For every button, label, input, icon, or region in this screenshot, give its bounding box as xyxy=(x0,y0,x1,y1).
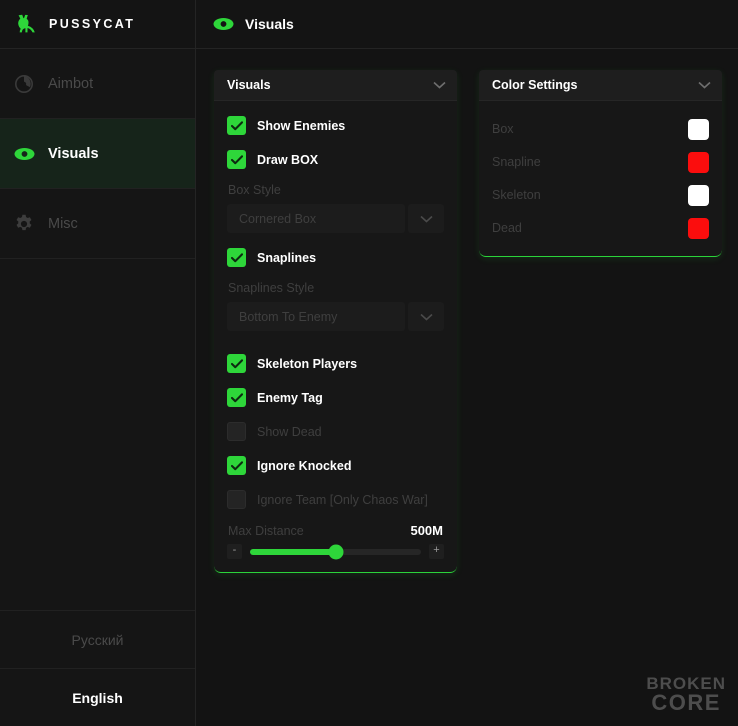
checkbox-label: Show Dead xyxy=(257,424,322,439)
checkbox-snaplines[interactable] xyxy=(227,248,246,267)
color-swatch-dead[interactable] xyxy=(688,217,709,239)
box-style-dropdown[interactable]: Cornered Box xyxy=(227,204,444,233)
box-style-label: Box Style xyxy=(228,183,281,197)
snaplines-style-label: Snaplines Style xyxy=(228,281,315,295)
color-swatch-snapline[interactable] xyxy=(688,151,709,173)
snaplines-style-dropdown[interactable]: Bottom To Enemy xyxy=(227,302,444,331)
chevron-down-icon[interactable] xyxy=(408,302,444,331)
decrement-button[interactable]: - xyxy=(227,544,242,559)
max-distance-slider-row[interactable]: - + xyxy=(227,544,444,559)
sidebar-item-visuals[interactable]: Visuals xyxy=(0,119,195,189)
page-title: Visuals xyxy=(245,16,294,32)
color-label: Snapline xyxy=(492,155,541,169)
color-swatch-box[interactable] xyxy=(688,118,709,140)
language-option-russian[interactable]: Русский xyxy=(0,610,195,668)
checkbox-label: Ignore Knocked xyxy=(257,458,352,473)
color-row-snapline[interactable]: Snapline xyxy=(492,151,709,173)
checkbox-ignore-team[interactable] xyxy=(227,490,246,509)
eye-icon xyxy=(212,13,234,35)
color-label: Box xyxy=(492,122,514,136)
checkbox-label: Show Enemies xyxy=(257,118,346,133)
checkbox-enemy-tag[interactable] xyxy=(227,388,246,407)
row-show-dead[interactable]: Show Dead xyxy=(227,421,444,442)
snaplines-style-value: Bottom To Enemy xyxy=(227,302,405,331)
crosshair-icon xyxy=(13,73,35,95)
max-distance-header: Max Distance 500M xyxy=(228,523,443,538)
chevron-down-icon[interactable] xyxy=(408,204,444,233)
color-settings-body: Box Snapline Skeleton Dead xyxy=(479,101,722,256)
row-draw-box[interactable]: Draw BOX xyxy=(227,149,444,170)
checkbox-label: Skeleton Players xyxy=(257,356,358,371)
row-ignore-team[interactable]: Ignore Team [Only Chaos War] xyxy=(227,489,444,510)
color-label: Dead xyxy=(492,221,522,235)
visuals-panel: Visuals Show Enemies Draw BOX Box Style … xyxy=(214,70,457,573)
box-style-value: Cornered Box xyxy=(227,204,405,233)
sidebar-item-label: Aimbot xyxy=(48,75,94,92)
color-row-dead[interactable]: Dead xyxy=(492,217,709,239)
checkbox-label: Enemy Tag xyxy=(257,390,323,405)
row-show-enemies[interactable]: Show Enemies xyxy=(227,115,444,136)
checkbox-draw-box[interactable] xyxy=(227,150,246,169)
visuals-panel-header[interactable]: Visuals xyxy=(214,70,457,101)
language-option-english[interactable]: English xyxy=(0,668,195,726)
cat-icon xyxy=(16,14,38,34)
sidebar-item-label: Visuals xyxy=(48,145,99,162)
checkbox-label: Snaplines xyxy=(257,250,317,265)
sidebar-item-misc[interactable]: Misc xyxy=(0,189,195,259)
checkbox-label: Ignore Team [Only Chaos War] xyxy=(257,492,428,507)
row-snaplines[interactable]: Snaplines xyxy=(227,247,444,268)
color-row-skeleton[interactable]: Skeleton xyxy=(492,184,709,206)
checkbox-label: Draw BOX xyxy=(257,152,319,167)
checkbox-show-dead[interactable] xyxy=(227,422,246,441)
color-label: Skeleton xyxy=(492,188,541,202)
sidebar: PUSSYCAT Aimbot Visuals Misc Русский Eng… xyxy=(0,0,196,726)
color-settings-panel: Color Settings Box Snapline Skeleton Dea… xyxy=(479,70,722,257)
panel-title: Visuals xyxy=(227,78,271,92)
checkbox-ignore-knocked[interactable] xyxy=(227,456,246,475)
slider-thumb[interactable] xyxy=(328,544,343,559)
max-distance-value: 500M xyxy=(410,523,443,538)
increment-button[interactable]: + xyxy=(429,544,444,559)
checkbox-skeleton-players[interactable] xyxy=(227,354,246,373)
row-enemy-tag[interactable]: Enemy Tag xyxy=(227,387,444,408)
gear-icon xyxy=(13,213,35,235)
topbar: Visuals xyxy=(196,0,738,49)
watermark-line-2: CORE xyxy=(651,690,721,715)
max-distance-label: Max Distance xyxy=(228,524,304,538)
row-ignore-knocked[interactable]: Ignore Knocked xyxy=(227,455,444,476)
visuals-panel-body: Show Enemies Draw BOX Box Style Cornered… xyxy=(214,101,457,572)
content: Visuals Show Enemies Draw BOX Box Style … xyxy=(196,49,738,573)
brokencore-watermark: BROKEN CORE xyxy=(646,675,726,714)
slider-fill xyxy=(250,548,336,555)
sidebar-item-label: Misc xyxy=(48,215,78,232)
main-area: Visuals Visuals Show Enemies Draw BOX Bo… xyxy=(196,0,738,726)
chevron-down-icon[interactable] xyxy=(433,76,446,94)
eye-icon xyxy=(13,143,35,165)
language-label: English xyxy=(72,689,123,706)
sidebar-item-aimbot[interactable]: Aimbot xyxy=(0,49,195,119)
checkbox-show-enemies[interactable] xyxy=(227,116,246,135)
brand: PUSSYCAT xyxy=(0,0,195,49)
color-row-box[interactable]: Box xyxy=(492,118,709,140)
brand-name: PUSSYCAT xyxy=(49,17,136,31)
color-settings-header[interactable]: Color Settings xyxy=(479,70,722,101)
row-skeleton-players[interactable]: Skeleton Players xyxy=(227,353,444,374)
panel-title: Color Settings xyxy=(492,78,578,92)
max-distance-slider[interactable] xyxy=(250,544,421,559)
chevron-down-icon[interactable] xyxy=(698,76,711,94)
language-label: Русский xyxy=(71,631,124,648)
app-window: PUSSYCAT Aimbot Visuals Misc Русский Eng… xyxy=(0,0,738,726)
color-swatch-skeleton[interactable] xyxy=(688,184,709,206)
